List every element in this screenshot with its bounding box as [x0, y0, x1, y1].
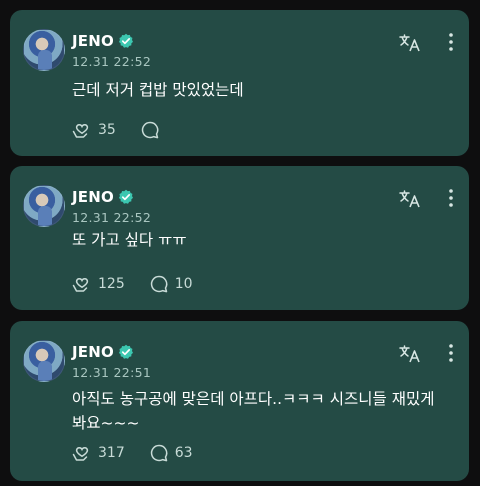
comment-button[interactable]: 63	[149, 443, 193, 463]
comment-bubble-icon	[141, 121, 159, 139]
like-button[interactable]: 125	[72, 274, 125, 294]
post-actions: 35	[72, 120, 180, 140]
translate-icon[interactable]	[399, 190, 421, 208]
avatar[interactable]	[23, 340, 65, 382]
translate-icon[interactable]	[399, 34, 421, 52]
post-time: 12.31 22:52	[72, 54, 152, 69]
avatar[interactable]	[23, 29, 65, 71]
post-time: 12.31 22:51	[72, 365, 152, 380]
translate-icon[interactable]	[399, 345, 421, 363]
post-actions: 317 63	[72, 443, 207, 463]
heart-hand-icon	[72, 447, 89, 461]
more-vertical-icon[interactable]	[447, 343, 455, 363]
more-vertical-icon[interactable]	[447, 188, 455, 208]
like-count: 317	[98, 445, 125, 461]
heart-hand-icon	[72, 124, 89, 138]
more-vertical-icon[interactable]	[447, 32, 455, 52]
comment-bubble-icon	[150, 275, 168, 293]
verified-badge-icon	[118, 33, 133, 48]
comment-count: 10	[174, 276, 193, 292]
author-row: JENO	[72, 32, 134, 50]
post-text: 또 가고 싶다 ㅠㅠ	[72, 231, 187, 249]
like-button[interactable]: 317	[72, 443, 125, 463]
author-name[interactable]: JENO	[72, 188, 114, 206]
feed: JENO 12.31 22:52 근데 저거 컵밥 맛있었는데 35 JENO …	[0, 0, 480, 486]
author-name[interactable]: JENO	[72, 32, 114, 50]
post-card[interactable]: JENO 12.31 22:52 근데 저거 컵밥 맛있었는데 35	[10, 10, 469, 156]
like-count: 125	[98, 276, 125, 292]
verified-badge-icon	[118, 189, 133, 204]
comment-button[interactable]	[140, 120, 166, 140]
comment-bubble-icon	[150, 444, 168, 462]
verified-badge-icon	[118, 344, 133, 359]
comment-button[interactable]: 10	[149, 274, 193, 294]
avatar[interactable]	[23, 185, 65, 227]
author-row: JENO	[72, 188, 134, 206]
author-name[interactable]: JENO	[72, 343, 114, 361]
post-text: 아직도 농구공에 맞은데 아프다..ㅋㅋㅋ 시즈니들 재밌게 봐요~~~	[72, 390, 435, 432]
post-text: 근데 저거 컵밥 맛있었는데	[72, 81, 244, 99]
comment-count: 63	[174, 445, 193, 461]
post-time: 12.31 22:52	[72, 210, 152, 225]
like-count: 35	[98, 122, 116, 138]
like-button[interactable]: 35	[72, 120, 116, 140]
post-card[interactable]: JENO 12.31 22:51 아직도 농구공에 맞은데 아프다..ㅋㅋㅋ 시…	[10, 321, 469, 481]
post-card[interactable]: JENO 12.31 22:52 또 가고 싶다 ㅠㅠ 125 10	[10, 166, 469, 310]
post-actions: 125 10	[72, 274, 207, 294]
author-row: JENO	[72, 343, 134, 361]
heart-hand-icon	[72, 278, 89, 292]
